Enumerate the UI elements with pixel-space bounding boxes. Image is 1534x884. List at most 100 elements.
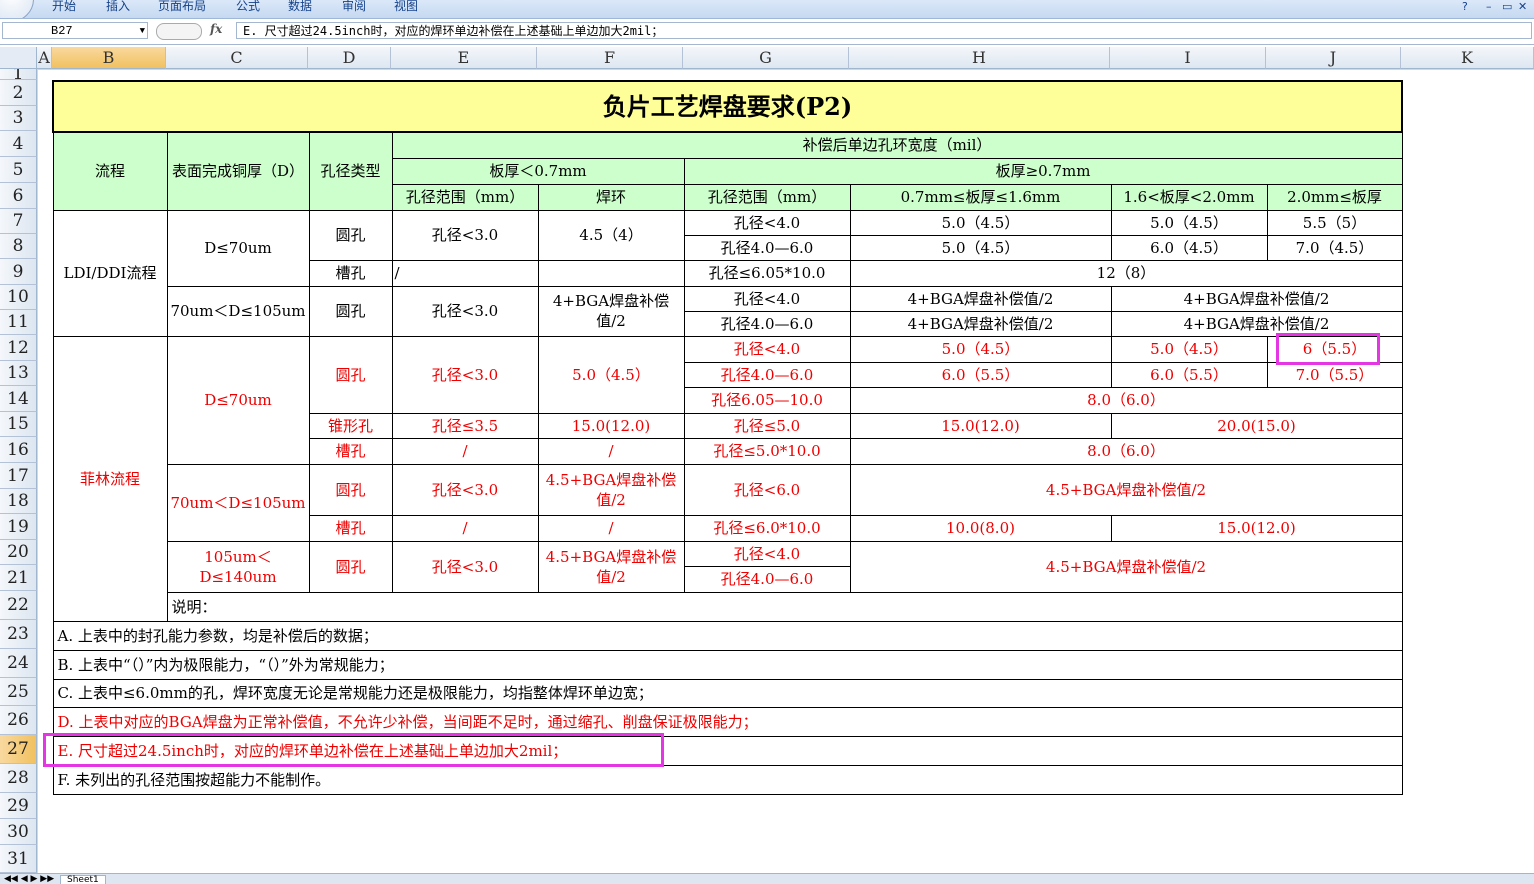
formula-input[interactable]: E. 尺寸超过24.5inch时，对应的焊环单边补偿在上述基础上单边加大2mil… [236,22,1532,39]
column-header-h[interactable]: H [849,47,1110,69]
copper-d70[interactable]: D≤70um [166,335,310,465]
table-cell[interactable]: 20.0(15.0) [1110,412,1403,439]
copper-d105-140[interactable]: 105um＜D≤140um [166,540,310,593]
table-cell[interactable]: 12（8） [849,259,1403,287]
tab-formulas[interactable]: 公式 [236,0,260,14]
table-cell[interactable]: 5.0（4.5） [537,335,685,414]
header-hole-range-thin[interactable]: 孔径范围（mm） [391,183,539,211]
note-a[interactable]: A. 上表中的封孔能力参数，均是补偿后的数据； [52,620,1403,651]
row-header-16[interactable]: 16 [0,437,37,463]
table-cell[interactable]: 4.5+BGA焊盘补偿值/2 [849,463,1403,516]
tab-page-layout[interactable]: 页面布局 [158,0,206,14]
table-cell[interactable]: 孔径<3.0 [391,463,539,516]
table-cell[interactable]: 孔径<4.0 [683,209,851,236]
table-cell[interactable]: 4.5（4） [537,209,685,261]
hole-type-round[interactable]: 圆孔 [308,335,393,414]
hole-type-slot[interactable]: 槽孔 [308,259,393,287]
hole-type-round[interactable]: 圆孔 [308,463,393,516]
table-cell[interactable]: 4+BGA焊盘补偿值/2 [849,310,1112,337]
row-header-10[interactable]: 10 [0,285,37,310]
table-cell[interactable]: 6.0（5.5） [849,361,1112,388]
formula-expand-handle[interactable] [156,23,202,40]
column-header-i[interactable]: I [1110,47,1266,69]
row-header-6[interactable]: 6 [0,183,37,209]
row-header-13[interactable]: 13 [0,361,37,386]
row-header-14[interactable]: 14 [0,386,37,412]
row-header-12[interactable]: 12 [0,335,37,361]
table-title[interactable]: 负片工艺焊盘要求(P2) [52,80,1403,133]
table-cell[interactable]: 孔径4.0—6.0 [683,310,851,337]
table-cell[interactable]: 4.5+BGA焊盘补偿值/2 [537,463,685,516]
table-cell[interactable]: 8.0（6.0） [849,437,1403,465]
row-header-20[interactable]: 20 [0,540,37,565]
table-cell[interactable]: 4+BGA焊盘补偿值/2 [1110,310,1403,337]
table-cell[interactable]: 5.0（4.5） [1110,335,1268,363]
table-cell[interactable]: 4+BGA焊盘补偿值/2 [1110,285,1403,312]
insert-function-icon[interactable]: fx [210,22,222,36]
hole-type-slot[interactable]: 槽孔 [308,514,393,542]
table-cell[interactable]: / [537,437,685,465]
table-cell[interactable]: 孔径≤6.05*10.0 [683,259,851,287]
copper-d70[interactable]: D≤70um [166,209,310,287]
table-cell[interactable]: 5.0（4.5） [849,234,1112,261]
note-c[interactable]: C. 上表中≤6.0mm的孔，焊环宽度无论是常规能力还是极限能力，均指整体焊环单… [52,678,1403,708]
column-header-d[interactable]: D [308,47,391,69]
row-header-5[interactable]: 5 [0,157,37,183]
row-header-18[interactable]: 18 [0,489,37,514]
hole-type-tapered[interactable]: 锥形孔 [308,412,393,439]
header-compensated-ring[interactable]: 补偿后单边孔环宽度（mil） [391,131,1403,159]
hole-type-round[interactable]: 圆孔 [308,540,393,593]
header-thick-board[interactable]: 板厚≥0.7mm [683,157,1403,185]
note-e[interactable]: E. 尺寸超过24.5inch时，对应的焊环单边补偿在上述基础上单边加大2mil… [52,735,1403,766]
table-cell[interactable]: 7.0（4.5） [1266,234,1403,261]
row-header-24[interactable]: 24 [0,649,37,678]
table-cell[interactable]: 孔径<4.0 [683,335,851,363]
table-cell[interactable]: 孔径4.0—6.0 [683,565,851,593]
row-header-30[interactable]: 30 [0,819,37,845]
table-cell[interactable]: 4.5+BGA焊盘补偿值/2 [849,540,1403,593]
table-cell[interactable]: 孔径<6.0 [683,463,851,516]
hole-type-round[interactable]: 圆孔 [308,209,393,261]
table-cell[interactable]: 10.0(8.0) [849,514,1112,542]
table-cell[interactable]: 5.0（4.5） [1110,209,1268,236]
table-cell[interactable]: 4+BGA焊盘补偿值/2 [849,285,1112,312]
table-cell[interactable]: 4+BGA焊盘补偿值/2 [537,285,685,337]
table-cell[interactable]: 5.5（5） [1266,209,1403,236]
table-cell[interactable]: 孔径≤3.5 [391,412,539,439]
table-cell[interactable]: 6（5.5） [1266,335,1403,363]
tab-data[interactable]: 数据 [288,0,312,14]
row-header-31[interactable]: 31 [0,845,37,873]
table-cell[interactable]: 15.0(12.0) [537,412,685,439]
row-header-17[interactable]: 17 [0,463,37,489]
column-header-j[interactable]: J [1266,47,1401,69]
row-header-19[interactable]: 19 [0,514,37,540]
row-header-29[interactable]: 29 [0,793,37,819]
hole-type-round[interactable]: 圆孔 [308,285,393,337]
header-copper-thickness[interactable]: 表面完成铜厚（D） [166,131,310,211]
table-cell[interactable]: 6.0（4.5） [1110,234,1268,261]
table-cell[interactable]: 8.0（6.0） [849,386,1403,414]
header-thin-board[interactable]: 板厚＜0.7mm [391,157,685,185]
chevron-down-icon[interactable]: ▼ [140,23,145,40]
table-cell[interactable]: 4.5+BGA焊盘补偿值/2 [537,540,685,593]
tab-review[interactable]: 审阅 [342,0,366,14]
table-cell[interactable]: 孔径≤6.0*10.0 [683,514,851,542]
table-cell[interactable]: 孔径<3.0 [391,540,539,593]
column-header-a[interactable]: A [37,47,52,69]
copper-d70-105[interactable]: 70um＜D≤105um [166,285,310,337]
close-icon[interactable]: ✕ [1518,0,1527,13]
header-thickness-1-6-2-0[interactable]: 1.6<板厚<2.0mm [1110,183,1268,211]
table-cell[interactable]: 15.0(12.0) [1110,514,1403,542]
row-header-1[interactable]: 1 [0,69,37,80]
column-header-c[interactable]: C [166,47,308,69]
restore-icon[interactable]: ▭ [1502,0,1512,13]
column-header-k[interactable]: K [1401,47,1534,69]
flow-ldi[interactable]: LDI/DDI流程 [52,209,168,337]
table-cell[interactable]: / [391,259,539,287]
table-cell[interactable]: 孔径<4.0 [683,285,851,312]
row-header-22[interactable]: 22 [0,591,37,620]
table-cell[interactable]: 6.0（5.5） [1110,361,1268,388]
row-header-23[interactable]: 23 [0,620,37,649]
table-cell[interactable]: / [537,514,685,542]
row-header-4[interactable]: 4 [0,131,37,157]
